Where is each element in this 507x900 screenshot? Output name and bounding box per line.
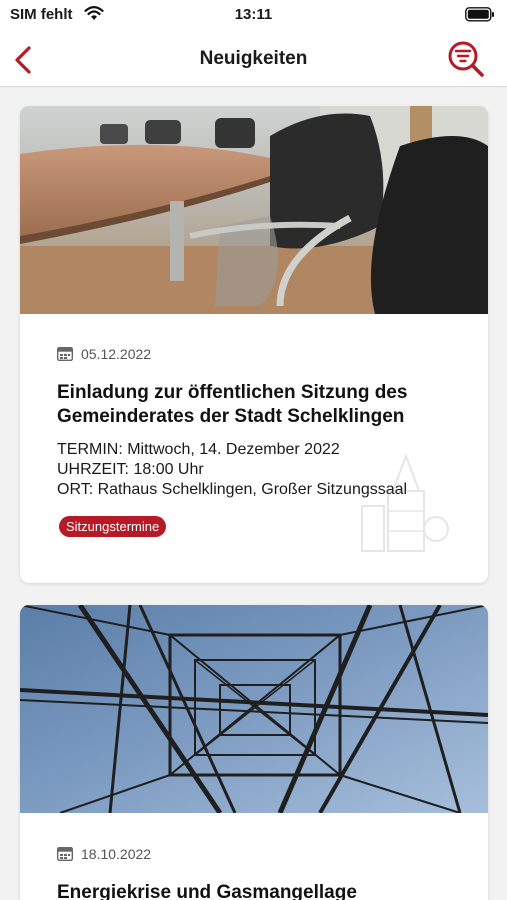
date-row: 05.12.2022 bbox=[57, 346, 151, 362]
search-filter-icon[interactable] bbox=[445, 38, 487, 80]
news-feed[interactable]: 05.12.2022 Einladung zur öffentlichen Si… bbox=[0, 87, 507, 900]
news-card[interactable]: 05.12.2022 Einladung zur öffentlichen Si… bbox=[20, 106, 488, 583]
news-image-conference-room bbox=[20, 106, 488, 314]
news-card[interactable]: 18.10.2022 Energiekrise und Gasmangellag… bbox=[20, 605, 488, 900]
news-image-power-pylon bbox=[20, 605, 488, 813]
calendar-icon bbox=[57, 347, 73, 361]
status-bar: SIM fehlt 13:11 bbox=[0, 0, 507, 34]
navigation-bar: Neuigkeiten bbox=[0, 34, 507, 87]
page-title: Neuigkeiten bbox=[199, 48, 308, 69]
battery-icon bbox=[465, 7, 495, 27]
news-title[interactable]: Einladung zur öffentlichen Sitzung des G… bbox=[57, 381, 467, 429]
category-tag[interactable]: Sitzungstermine bbox=[59, 516, 167, 537]
calendar-icon bbox=[57, 847, 73, 861]
clock: 13:11 bbox=[234, 6, 273, 23]
news-date: 05.12.2022 bbox=[81, 346, 152, 362]
news-title[interactable]: Energiekrise und Gasmangellage bbox=[57, 881, 467, 900]
town-crest-watermark bbox=[361, 453, 449, 552]
news-date: 18.10.2022 bbox=[81, 846, 152, 862]
date-row: 18.10.2022 bbox=[57, 846, 151, 862]
